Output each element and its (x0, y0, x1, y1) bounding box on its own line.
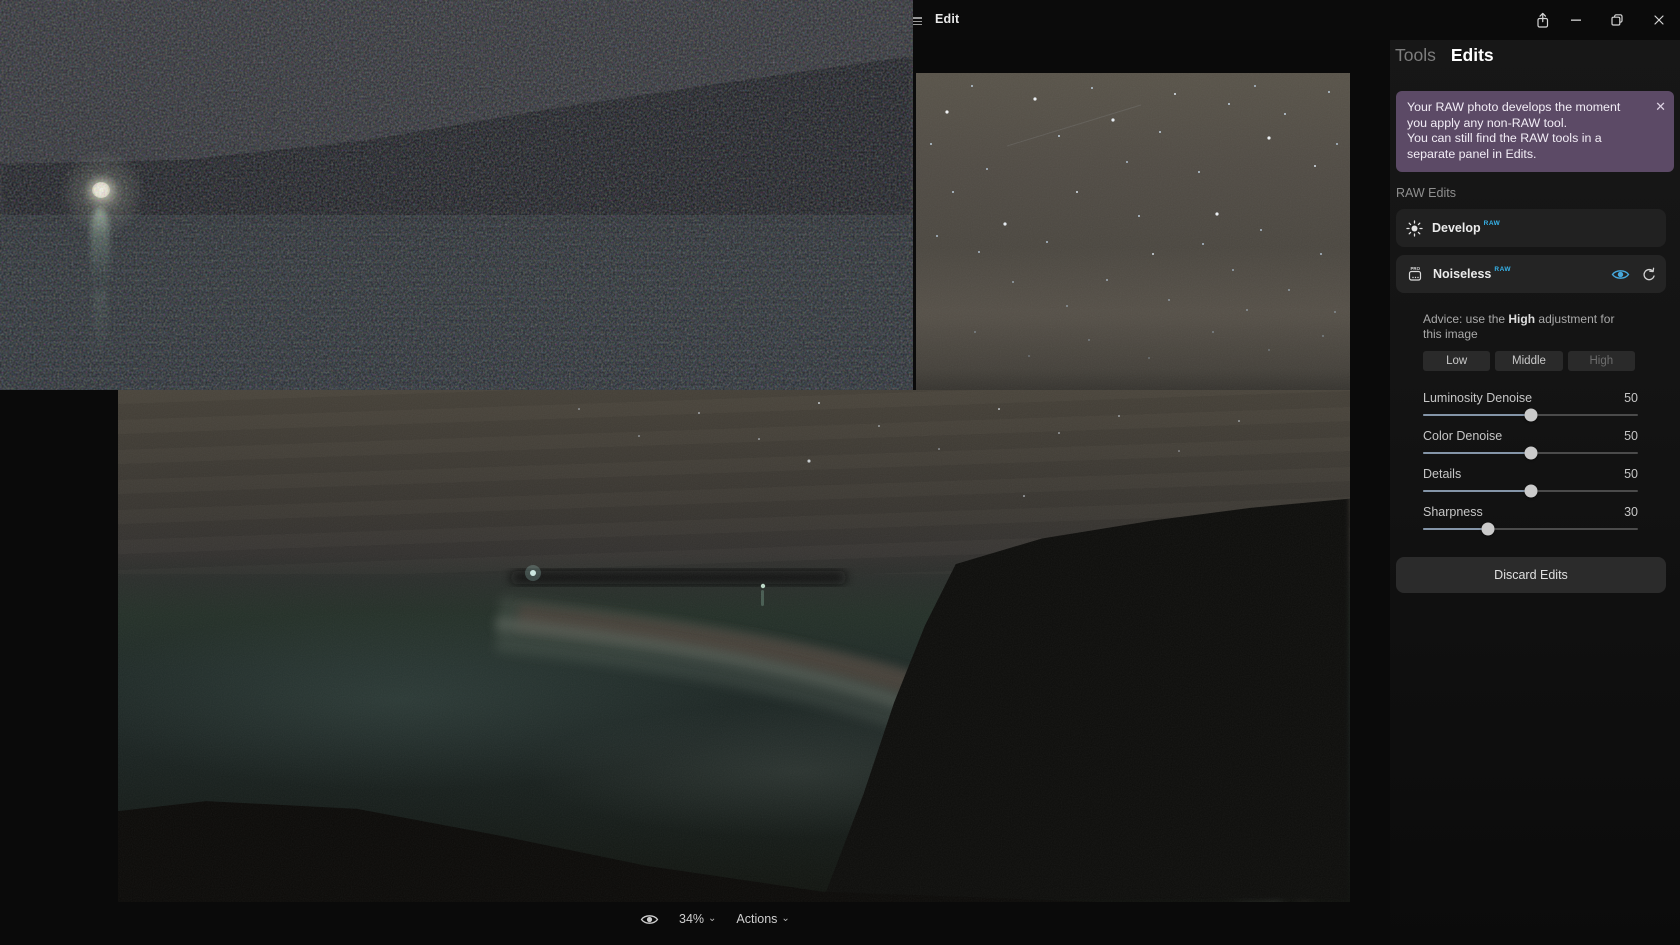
undo-icon[interactable] (1641, 267, 1656, 282)
tool-row-noiseless[interactable]: PRO Noiseless RAW (1396, 255, 1666, 293)
strength-high-button[interactable]: High (1568, 351, 1635, 371)
menu-icon[interactable] (913, 15, 922, 25)
actions-dropdown[interactable]: Actions ⌄ (736, 912, 789, 926)
tool-label-develop: Develop (1432, 221, 1481, 235)
tool-row-develop[interactable]: Develop RAW (1396, 209, 1666, 247)
slider-luminosity-denoise: Luminosity Denoise 50 (1423, 392, 1638, 430)
slider-label: Details (1423, 468, 1461, 481)
discard-edits-button[interactable]: Discard Edits (1396, 557, 1666, 593)
notification-line2: You can still find the RAW tools in a se… (1407, 131, 1627, 162)
slider-details: Details 50 (1423, 468, 1638, 506)
maximize-button[interactable] (1607, 10, 1627, 30)
slider-color-denoise: Color Denoise 50 (1423, 430, 1638, 468)
minimize-button[interactable] (1566, 10, 1586, 30)
slider-fill (1423, 414, 1531, 416)
slider-track[interactable] (1423, 446, 1638, 460)
notification-line1: Your RAW photo develops the moment you a… (1407, 100, 1627, 131)
share-icon[interactable] (1532, 10, 1552, 30)
slider-track[interactable] (1423, 522, 1638, 536)
zoom-level-value: 34% (679, 912, 704, 926)
zoom-level-dropdown[interactable]: 34% ⌄ (679, 912, 716, 926)
film-grain (916, 73, 1350, 390)
actions-label: Actions (736, 912, 777, 926)
svg-text:PRO: PRO (1411, 266, 1421, 271)
advice-line2: this image (1423, 327, 1645, 342)
slider-value: 50 (1624, 468, 1638, 481)
close-button[interactable] (1649, 10, 1669, 30)
slider-track[interactable] (1423, 408, 1638, 422)
slider-sharpness: Sharpness 30 (1423, 506, 1638, 544)
slider-value: 30 (1624, 506, 1638, 519)
slider-value: 50 (1624, 430, 1638, 443)
canvas-toolbar: 34% ⌄ Actions ⌄ (640, 905, 790, 933)
app-window: Edit (0, 0, 1680, 945)
slider-track[interactable] (1423, 484, 1638, 498)
slider-thumb[interactable] (1524, 409, 1537, 422)
sun-icon (1406, 220, 1423, 237)
slider-thumb[interactable] (1481, 523, 1494, 536)
edit-mode-title: Edit (935, 12, 959, 26)
slider-label: Color Denoise (1423, 430, 1502, 443)
slider-label: Sharpness (1423, 506, 1483, 519)
strength-button-group: Low Middle High (1423, 351, 1635, 371)
slider-fill (1423, 452, 1531, 454)
raw-badge: RAW (1494, 266, 1511, 273)
sidebar-tabs: Tools Edits (1395, 45, 1494, 66)
slider-group: Luminosity Denoise 50 Color Denoise 50 (1423, 392, 1638, 544)
section-title-raw-edits: RAW Edits (1396, 186, 1456, 200)
raw-develop-notification: Your RAW photo develops the moment you a… (1396, 91, 1674, 172)
chevron-down-icon: ⌄ (781, 913, 789, 924)
canvas-photo-beach[interactable] (118, 390, 1350, 902)
advice-strong: High (1508, 312, 1535, 326)
advice-text: Advice: use the High adjustment for this… (1423, 312, 1645, 342)
slider-fill (1423, 490, 1531, 492)
raw-badge: RAW (1484, 220, 1501, 227)
tab-tools[interactable]: Tools (1395, 45, 1436, 66)
strength-middle-button[interactable]: Middle (1495, 351, 1562, 371)
noise-preview-crop[interactable] (0, 0, 913, 390)
slider-fill (1423, 528, 1488, 530)
tab-edits[interactable]: Edits (1451, 45, 1494, 66)
slider-thumb[interactable] (1524, 485, 1537, 498)
edit-sidebar: Tools Edits Your RAW photo develops the … (1390, 40, 1680, 945)
slider-label: Luminosity Denoise (1423, 392, 1532, 405)
film-grain (118, 390, 1350, 902)
chroma-noise (0, 0, 913, 390)
compare-eye-button[interactable] (640, 912, 659, 927)
strength-low-button[interactable]: Low (1423, 351, 1490, 371)
slider-value: 50 (1624, 392, 1638, 405)
notification-close-icon[interactable]: ✕ (1655, 99, 1666, 115)
chevron-down-icon: ⌄ (708, 913, 716, 924)
noiseless-pro-icon: PRO (1406, 265, 1424, 283)
canvas-photo-sky[interactable] (916, 73, 1350, 390)
tool-label-noiseless: Noiseless (1433, 267, 1491, 281)
slider-thumb[interactable] (1524, 447, 1537, 460)
visibility-eye-icon[interactable] (1611, 267, 1630, 282)
